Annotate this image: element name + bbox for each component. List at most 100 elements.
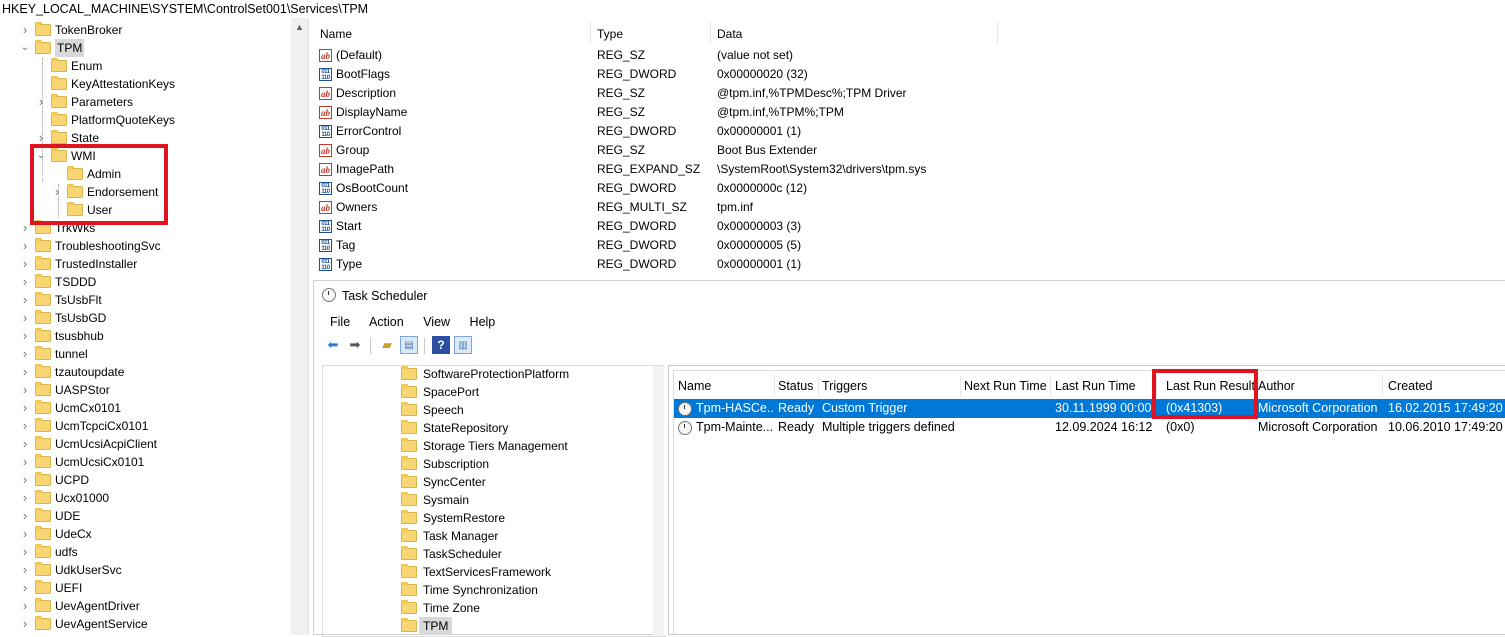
column-divider[interactable] — [818, 375, 819, 397]
expand-chevron-icon[interactable]: › — [20, 273, 30, 291]
tree-item-udecx[interactable]: › UdeCx — [0, 525, 290, 543]
tree-item-udkusersvc[interactable]: › UdkUserSvc — [0, 561, 290, 579]
tree-item-tzautoupdate[interactable]: › tzautoupdate — [0, 363, 290, 381]
registry-value-row[interactable]: ab (Default) REG_SZ (value not set) — [313, 46, 1505, 65]
expand-chevron-icon[interactable]: › — [20, 489, 30, 507]
registry-value-row[interactable]: 011 110 Start REG_DWORD 0x00000003 (3) — [313, 217, 1505, 236]
tree-item-ucmucsiacpiclient[interactable]: › UcmUcsiAcpiClient — [0, 435, 290, 453]
help-icon[interactable]: ? — [432, 336, 450, 354]
expand-chevron-icon[interactable]: › — [20, 507, 30, 525]
tree-item-platformquotekeys[interactable]: PlatformQuoteKeys — [0, 111, 290, 129]
column-header-created[interactable]: Created — [1388, 375, 1432, 397]
collapse-chevron-icon[interactable]: ⌄ — [20, 39, 30, 57]
tree-item-tsddd[interactable]: › TSDDD — [0, 273, 290, 291]
tree-item-trustedinstaller[interactable]: › TrustedInstaller — [0, 255, 290, 273]
menu-help[interactable]: Help — [470, 315, 496, 329]
tree-item-uefi[interactable]: › UEFI — [0, 579, 290, 597]
column-header-type[interactable]: Type — [597, 24, 623, 44]
tree-item-troubleshootingsvc[interactable]: › TroubleshootingSvc — [0, 237, 290, 255]
menu-file[interactable]: File — [330, 315, 350, 329]
expand-chevron-icon[interactable]: › — [20, 327, 30, 345]
expand-chevron-icon[interactable]: › — [20, 471, 30, 489]
column-header-last-run-time[interactable]: Last Run Time — [1055, 375, 1136, 397]
action-pane-icon[interactable]: ▥ — [454, 336, 472, 354]
show-hide-console-tree-icon[interactable]: ▤ — [400, 336, 418, 354]
column-header-next-run-time[interactable]: Next Run Time — [964, 375, 1047, 397]
expand-chevron-icon[interactable]: › — [20, 291, 30, 309]
registry-value-row[interactable]: 011 110 Type REG_DWORD 0x00000001 (1) — [313, 255, 1505, 274]
registry-value-row[interactable]: ab Description REG_SZ @tpm.inf,%TPMDesc%;TP… — [313, 84, 1505, 103]
registry-value-row[interactable]: 011 110 OsBootCount REG_DWORD 0x0000000c (12… — [313, 179, 1505, 198]
registry-key-tree[interactable]: ▲ › TokenBroker ⌄ TPM Enum KeyAttestationKeys… — [0, 18, 309, 635]
tree-item-keyattestationkeys[interactable]: KeyAttestationKeys — [0, 75, 290, 93]
registry-value-row[interactable]: ab ImagePath REG_EXPAND_SZ \SystemRoot\Syst… — [313, 160, 1505, 179]
tree-item-tsusbgd[interactable]: › TsUsbGD — [0, 309, 290, 327]
forward-arrow-icon[interactable]: ➡ — [346, 336, 364, 354]
registry-value-row[interactable]: ab DisplayName REG_SZ @tpm.inf,%TPM%;TPM — [313, 103, 1505, 122]
column-header-data[interactable]: Data — [717, 24, 742, 44]
expand-chevron-icon[interactable]: › — [20, 381, 30, 399]
task-row[interactable]: Tpm-Mainte... Ready Multiple triggers defi… — [674, 418, 1505, 437]
expand-chevron-icon[interactable]: › — [20, 561, 30, 579]
expand-chevron-icon[interactable]: › — [20, 309, 30, 327]
expand-chevron-icon[interactable]: › — [20, 435, 30, 453]
menu-view[interactable]: View — [423, 315, 450, 329]
expand-chevron-icon[interactable]: › — [20, 363, 30, 381]
tree-item-ude[interactable]: › UDE — [0, 507, 290, 525]
tree-item-ucx01000[interactable]: › Ucx01000 — [0, 489, 290, 507]
task-list[interactable]: Name Status Triggers Next Run Time Last … — [668, 365, 1505, 635]
column-header-author[interactable]: Author — [1258, 375, 1295, 397]
tree-item-parameters[interactable]: › Parameters — [0, 93, 290, 111]
registry-value-row[interactable]: ab Owners REG_MULTI_SZ tpm.inf — [313, 198, 1505, 217]
expand-chevron-icon[interactable]: › — [20, 345, 30, 363]
scroll-up-arrow-icon[interactable]: ▲ — [295, 22, 304, 32]
tree-item-tpm[interactable]: ⌄ TPM — [0, 39, 290, 57]
registry-value-row[interactable]: 011 110 ErrorControl REG_DWORD 0x00000001 (1… — [313, 122, 1505, 141]
column-divider[interactable] — [1382, 375, 1383, 397]
expand-chevron-icon[interactable]: › — [20, 399, 30, 417]
column-divider[interactable] — [774, 375, 775, 397]
tree-item-ucmucsicx0101[interactable]: › UcmUcsiCx0101 — [0, 453, 290, 471]
tree-item-uaspstor[interactable]: › UASPStor — [0, 381, 290, 399]
expand-chevron-icon[interactable]: › — [20, 417, 30, 435]
registry-value-row[interactable]: 011 110 Tag REG_DWORD 0x00000005 (5) — [313, 236, 1505, 255]
column-header-task-name[interactable]: Name — [678, 375, 711, 397]
expand-chevron-icon[interactable]: › — [20, 255, 30, 273]
column-divider[interactable] — [590, 22, 591, 44]
up-folder-icon[interactable]: ▰ — [378, 336, 396, 354]
tree-item-ucpd[interactable]: › UCPD — [0, 471, 290, 489]
back-arrow-icon[interactable]: ⬅ — [324, 336, 342, 354]
expand-chevron-icon[interactable]: › — [20, 21, 30, 39]
tree-item-udfs[interactable]: › udfs — [0, 543, 290, 561]
registry-address-bar[interactable]: HKEY_LOCAL_MACHINE\SYSTEM\ControlSet001\… — [0, 0, 1505, 18]
column-divider[interactable] — [1050, 375, 1051, 397]
column-header-status[interactable]: Status — [778, 375, 813, 397]
tree-vertical-scrollbar[interactable]: ▲ — [291, 18, 308, 635]
column-divider[interactable] — [997, 22, 998, 44]
tree-item-ucmcx0101[interactable]: › UcmCx0101 — [0, 399, 290, 417]
column-header-triggers[interactable]: Triggers — [822, 375, 867, 397]
tree-item-tokenbroker[interactable]: › TokenBroker — [0, 21, 290, 39]
tree-item-uevagentdriver[interactable]: › UevAgentDriver — [0, 597, 290, 615]
tree-item-tunnel[interactable]: › tunnel — [0, 345, 290, 363]
expand-chevron-icon[interactable]: › — [20, 597, 30, 615]
expand-chevron-icon[interactable]: › — [20, 615, 30, 633]
task-library-tree[interactable]: SoftwareProtectionPlatform SpacePort Speec… — [322, 365, 666, 637]
tree-item-tsusbflt[interactable]: › TsUsbFlt — [0, 291, 290, 309]
registry-value-row[interactable]: ab Group REG_SZ Boot Bus Extender — [313, 141, 1505, 160]
expand-chevron-icon[interactable]: › — [20, 525, 30, 543]
tree-item-uevagentservice[interactable]: › UevAgentService — [0, 615, 290, 633]
expand-chevron-icon[interactable]: › — [20, 579, 30, 597]
tree-item-ucmtcpcicx0101[interactable]: › UcmTcpciCx0101 — [0, 417, 290, 435]
menu-action[interactable]: Action — [369, 315, 404, 329]
expand-chevron-icon[interactable]: › — [20, 453, 30, 471]
column-divider[interactable] — [960, 375, 961, 397]
expand-chevron-icon[interactable]: › — [20, 219, 30, 237]
expand-chevron-icon[interactable]: › — [20, 237, 30, 255]
tree-item-enum[interactable]: Enum — [0, 57, 290, 75]
registry-value-row[interactable]: 011 110 BootFlags REG_DWORD 0x00000020 (32) — [313, 65, 1505, 84]
expand-chevron-icon[interactable]: › — [20, 543, 30, 561]
tree-item-tsusbhub[interactable]: › tsusbhub — [0, 327, 290, 345]
expand-chevron-icon[interactable]: › — [36, 93, 46, 111]
column-header-name[interactable]: Name — [320, 24, 352, 44]
